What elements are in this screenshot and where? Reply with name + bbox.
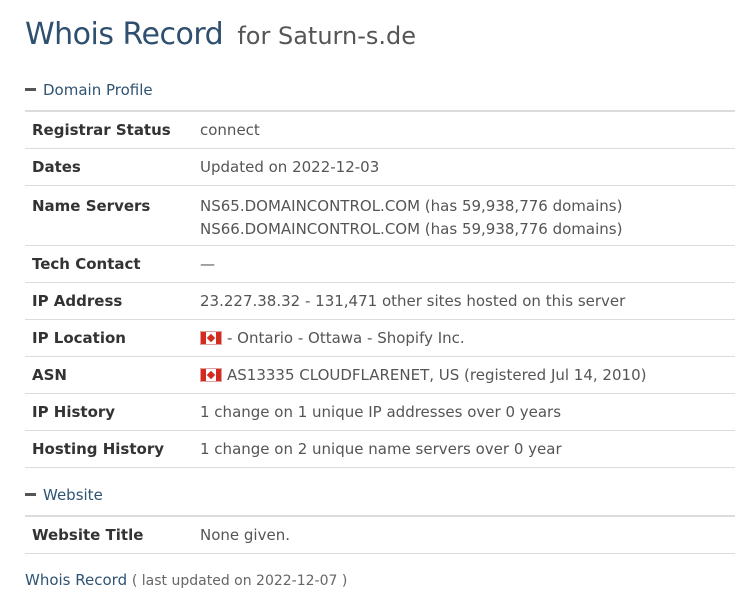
row-value: None given. bbox=[200, 516, 735, 554]
section-label-website: Website bbox=[43, 486, 103, 504]
page-title-main: Whois Record bbox=[25, 17, 224, 52]
website-table: Website Title None given. bbox=[25, 515, 735, 554]
row-value: — bbox=[200, 245, 735, 283]
table-row: Dates Updated on 2022-12-03 bbox=[25, 148, 735, 186]
row-key: ASN bbox=[25, 356, 200, 394]
ip-location-text: - Ontario - Ottawa - Shopify Inc. bbox=[227, 329, 465, 347]
canada-flag-icon bbox=[200, 331, 222, 345]
collapse-dash-icon bbox=[25, 88, 36, 91]
table-row: Hosting History 1 change on 2 unique nam… bbox=[25, 430, 735, 468]
name-server-1: NS65.DOMAINCONTROL.COM (has 59,938,776 d… bbox=[200, 197, 623, 215]
row-key: Hosting History bbox=[25, 430, 200, 468]
row-key: IP Location bbox=[25, 319, 200, 357]
row-key: Name Servers bbox=[25, 185, 200, 246]
row-value: 1 change on 2 unique name servers over 0… bbox=[200, 430, 735, 468]
row-value: 23.227.38.32 - 131,471 other sites hoste… bbox=[200, 282, 735, 320]
table-row: Registrar Status connect bbox=[25, 111, 735, 149]
domain-profile-table: Registrar Status connect Dates Updated o… bbox=[25, 110, 735, 468]
section-toggle-website[interactable]: Website bbox=[25, 484, 103, 506]
row-value: 1 change on 1 unique IP addresses over 0… bbox=[200, 393, 735, 431]
table-row: IP Address 23.227.38.32 - 131,471 other … bbox=[25, 282, 735, 320]
table-row: Website Title None given. bbox=[25, 516, 735, 554]
row-key: IP Address bbox=[25, 282, 200, 320]
last-updated-text: ( last updated on 2022-12-07 ) bbox=[131, 573, 348, 589]
table-row: IP Location - Ontario - Ottawa - Shopify… bbox=[25, 319, 735, 357]
row-value: AS13335 CLOUDFLARENET, US (registered Ju… bbox=[200, 356, 735, 394]
collapse-dash-icon bbox=[25, 493, 36, 496]
row-value: connect bbox=[200, 111, 735, 149]
section-label-domain-profile: Domain Profile bbox=[43, 81, 153, 99]
row-key: IP History bbox=[25, 393, 200, 431]
table-row: IP History 1 change on 1 unique IP addre… bbox=[25, 393, 735, 431]
row-key: Tech Contact bbox=[25, 245, 200, 283]
row-key: Registrar Status bbox=[25, 111, 200, 149]
page-title: Whois Record for Saturn-s.de bbox=[25, 14, 416, 52]
asn-text: AS13335 CLOUDFLARENET, US (registered Ju… bbox=[227, 366, 647, 384]
row-value: NS65.DOMAINCONTROL.COM (has 59,938,776 d… bbox=[200, 185, 735, 246]
row-key: Dates bbox=[25, 148, 200, 186]
row-value: Updated on 2022-12-03 bbox=[200, 148, 735, 186]
table-row: Tech Contact — bbox=[25, 245, 735, 283]
row-value: - Ontario - Ottawa - Shopify Inc. bbox=[200, 319, 735, 357]
page-title-domain: for Saturn-s.de bbox=[237, 22, 416, 50]
row-key: Website Title bbox=[25, 516, 200, 554]
footer: Whois Record ( last updated on 2022-12-0… bbox=[25, 571, 347, 589]
table-row: Name Servers NS65.DOMAINCONTROL.COM (has… bbox=[25, 185, 735, 246]
name-server-2: NS66.DOMAINCONTROL.COM (has 59,938,776 d… bbox=[200, 220, 623, 238]
section-toggle-domain-profile[interactable]: Domain Profile bbox=[25, 79, 153, 101]
table-row: ASN AS13335 CLOUDFLARENET, US (registere… bbox=[25, 356, 735, 394]
canada-flag-icon bbox=[200, 368, 222, 382]
whois-record-link[interactable]: Whois Record bbox=[25, 571, 127, 589]
